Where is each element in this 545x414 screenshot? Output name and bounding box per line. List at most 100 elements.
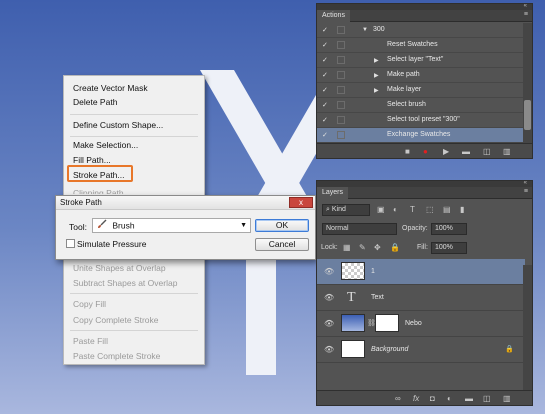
triangle-right-icon[interactable]: ▶ bbox=[374, 87, 379, 94]
layer-filter-row: ⌕ Kind ▣ ◐ T ⬚ ▤ ▮ bbox=[317, 201, 532, 218]
action-row[interactable]: ✓ ▼ 300 bbox=[317, 23, 525, 38]
menu-item-make-selection[interactable]: Make Selection... bbox=[64, 138, 204, 152]
pixel-filter-icon[interactable]: ▣ bbox=[377, 205, 385, 214]
adjustment-layer-icon[interactable]: ◐ bbox=[447, 394, 452, 403]
filter-kind-label: Kind bbox=[331, 206, 346, 213]
panel-menu-icon[interactable]: ≡ bbox=[524, 11, 528, 18]
layer-name: 1 bbox=[371, 268, 375, 275]
trash-icon[interactable]: ▥ bbox=[503, 394, 511, 403]
link-layers-icon[interactable]: ∞ bbox=[395, 394, 401, 403]
check-icon[interactable]: ✓ bbox=[322, 71, 328, 79]
dialog-toggle-box[interactable] bbox=[337, 56, 345, 64]
lock-transparency-icon[interactable]: ▦ bbox=[343, 243, 351, 252]
action-step-label: Select brush bbox=[387, 101, 426, 108]
collapse-icon[interactable]: « bbox=[524, 3, 527, 9]
adjustment-filter-icon[interactable]: ◐ bbox=[393, 205, 398, 214]
new-layer-icon[interactable]: ◫ bbox=[483, 394, 491, 403]
triangle-right-icon[interactable]: ▶ bbox=[374, 72, 379, 79]
action-row-selected[interactable]: ✓ Exchange Swatches bbox=[317, 128, 525, 143]
menu-item-copy-fill[interactable]: Copy Fill bbox=[64, 297, 204, 311]
simulate-pressure-checkbox[interactable] bbox=[66, 239, 75, 248]
actions-scrollbar[interactable] bbox=[523, 23, 532, 143]
new-action-icon[interactable]: ◫ bbox=[483, 147, 491, 156]
menu-item-copy-complete-stroke[interactable]: Copy Complete Stroke bbox=[64, 313, 204, 327]
action-step-label: Select layer "Text" bbox=[387, 56, 444, 63]
action-row[interactable]: ✓ Reset Swatches bbox=[317, 38, 525, 53]
layer-row-selected[interactable]: 👁 1 bbox=[317, 259, 525, 285]
lock-all-icon[interactable]: 🔒 bbox=[390, 243, 400, 252]
eye-icon[interactable]: 👁 bbox=[324, 267, 334, 276]
dialog-toggle-box[interactable] bbox=[337, 71, 345, 79]
menu-item-create-vector-mask[interactable]: Create Vector Mask bbox=[64, 81, 204, 95]
layers-tab-row: Layers bbox=[317, 187, 532, 199]
panel-menu-icon[interactable]: ≡ bbox=[524, 188, 528, 195]
action-step-label: Exchange Swatches bbox=[387, 131, 451, 138]
dialog-toggle-box[interactable] bbox=[337, 86, 345, 94]
add-mask-icon[interactable]: ◘ bbox=[430, 394, 435, 403]
check-icon[interactable]: ✓ bbox=[322, 131, 328, 139]
dialog-toggle-box[interactable] bbox=[337, 101, 345, 109]
scrollbar-thumb[interactable] bbox=[524, 100, 531, 130]
record-icon[interactable]: ● bbox=[423, 147, 428, 156]
layer-row[interactable]: 👁 ⛓ Nebo bbox=[317, 311, 525, 337]
collapse-icon[interactable]: « bbox=[524, 180, 527, 186]
triangle-down-icon[interactable]: ▼ bbox=[362, 27, 368, 33]
dialog-toggle-box[interactable] bbox=[337, 26, 345, 34]
layer-row[interactable]: 👁 T Text bbox=[317, 285, 525, 311]
fx-icon[interactable]: fx bbox=[413, 394, 419, 403]
check-icon[interactable]: ✓ bbox=[322, 116, 328, 124]
menu-item-unite-shapes[interactable]: Unite Shapes at Overlap bbox=[64, 261, 204, 275]
type-filter-icon[interactable]: T bbox=[410, 205, 415, 214]
stop-icon[interactable]: ■ bbox=[405, 147, 410, 156]
lock-image-icon[interactable]: ✎ bbox=[359, 243, 366, 252]
dialog-toggle-box[interactable] bbox=[337, 116, 345, 124]
ok-button[interactable]: OK bbox=[255, 219, 309, 232]
fill-input[interactable]: 100% bbox=[431, 242, 467, 254]
action-row[interactable]: ✓ Select tool preset "300" bbox=[317, 113, 525, 128]
dialog-close-button[interactable]: x bbox=[289, 197, 313, 208]
menu-item-clipping-path[interactable]: Clipping Path... bbox=[64, 186, 204, 194]
lock-position-icon[interactable]: ✥ bbox=[374, 243, 381, 252]
triangle-right-icon[interactable]: ▶ bbox=[374, 57, 379, 64]
tab-layers[interactable]: Layers bbox=[317, 187, 349, 199]
menu-item-paste-fill[interactable]: Paste Fill bbox=[64, 334, 204, 348]
smart-object-filter-icon[interactable]: ▤ bbox=[443, 205, 451, 214]
eye-icon[interactable]: 👁 bbox=[324, 345, 334, 354]
blend-mode-select[interactable]: Normal bbox=[322, 223, 397, 235]
menu-item-delete-path[interactable]: Delete Path bbox=[64, 95, 204, 109]
trash-icon[interactable]: ▥ bbox=[503, 147, 511, 156]
shape-filter-icon[interactable]: ⬚ bbox=[426, 205, 434, 214]
opacity-input[interactable]: 100% bbox=[431, 223, 467, 235]
eye-icon[interactable]: 👁 bbox=[324, 319, 334, 328]
menu-separator bbox=[70, 114, 198, 115]
check-icon[interactable]: ✓ bbox=[322, 86, 328, 94]
cancel-button[interactable]: Cancel bbox=[255, 238, 309, 251]
play-icon[interactable]: ▶ bbox=[443, 147, 449, 156]
check-icon[interactable]: ✓ bbox=[322, 26, 328, 34]
check-icon[interactable]: ✓ bbox=[322, 41, 328, 49]
layer-mask-thumbnail[interactable] bbox=[375, 314, 399, 332]
action-row[interactable]: ✓ ▶ Make layer bbox=[317, 83, 525, 98]
action-row[interactable]: ✓ ▶ Select layer "Text" bbox=[317, 53, 525, 68]
menu-separator bbox=[70, 293, 198, 294]
filter-toggle-icon[interactable]: ▮ bbox=[460, 205, 464, 214]
menu-item-subtract-shapes[interactable]: Subtract Shapes at Overlap bbox=[64, 276, 204, 290]
action-row[interactable]: ✓ ▶ Make path bbox=[317, 68, 525, 83]
dialog-toggle-box[interactable] bbox=[337, 131, 345, 139]
new-set-folder-icon[interactable]: ▬ bbox=[462, 147, 470, 156]
layers-scrollbar[interactable] bbox=[523, 265, 532, 390]
filter-kind-select[interactable]: ⌕ Kind bbox=[322, 204, 370, 216]
action-step-label: Make path bbox=[387, 71, 420, 78]
dialog-toggle-box[interactable] bbox=[337, 41, 345, 49]
menu-item-define-custom-shape[interactable]: Define Custom Shape... bbox=[64, 118, 204, 132]
menu-item-paste-complete-stroke[interactable]: Paste Complete Stroke bbox=[64, 349, 204, 363]
tool-select[interactable]: Brush ▼ bbox=[92, 218, 251, 233]
check-icon[interactable]: ✓ bbox=[322, 56, 328, 64]
layer-row[interactable]: 👁 Background 🔒 bbox=[317, 337, 525, 363]
check-icon[interactable]: ✓ bbox=[322, 101, 328, 109]
action-row[interactable]: ✓ Select brush bbox=[317, 98, 525, 113]
new-group-icon[interactable]: ▬ bbox=[465, 394, 473, 403]
eye-icon[interactable]: 👁 bbox=[324, 293, 334, 302]
tab-actions[interactable]: Actions bbox=[317, 10, 350, 22]
layer-name: Background bbox=[371, 346, 409, 353]
